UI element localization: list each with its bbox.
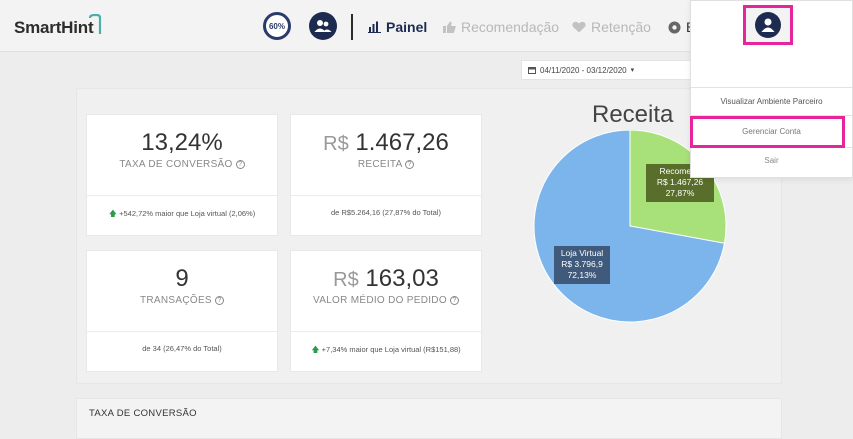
card-footer: 🡅 +542,72% maior que Loja virtual (2,06%… [87, 195, 277, 237]
pie-label-1: Loja VirtualR$ 3.796,972,13% [554, 246, 610, 284]
dropdown-divider [691, 87, 852, 88]
calendar-icon [528, 67, 536, 74]
nav-retencao[interactable]: Retenção [572, 19, 651, 35]
team-button[interactable] [309, 12, 337, 40]
card-value: 9 [175, 265, 189, 292]
logo-mark-icon [88, 14, 102, 34]
nav-recomendacao[interactable]: Recomendação [443, 19, 559, 35]
help-icon[interactable]: ? [405, 159, 415, 169]
users-icon [314, 20, 332, 32]
card-average-order: R$ 163,03 VALOR MÉDIO DO PEDIDO ? 🡅 +7,3… [290, 250, 482, 372]
card-label: VALOR MÉDIO DO PEDIDO ? [291, 295, 481, 306]
card-footer: de 34 (26,47% do Total) [87, 331, 277, 373]
card-transactions: 9 TRANSAÇÕES ? de 34 (26,47% do Total) [86, 250, 278, 372]
arrow-up-icon: 🡅 [311, 345, 320, 354]
menu-item-logout[interactable]: Sair [691, 156, 852, 165]
help-icon[interactable]: ? [215, 295, 224, 305]
card-footer: de R$5.264,16 (27,87% do Total) [291, 195, 481, 237]
pie-label-text: 27,87% [666, 188, 695, 198]
nav-recomendacao-label: Recomendação [461, 19, 560, 35]
bar-chart-icon [368, 21, 381, 33]
gear-icon [668, 21, 681, 33]
pie-label-text: 72,13% [568, 270, 597, 280]
card-footer: 🡅 +7,34% maior que Loja virtual (R$151,8… [291, 331, 481, 373]
menu-item-view-partner[interactable]: Visualizar Ambiente Parceiro [691, 97, 852, 106]
card-label: TRANSAÇÕES ? [87, 295, 277, 306]
nav-retencao-label: Retenção [591, 19, 651, 35]
card-value: 13,24% [141, 129, 223, 156]
date-range-picker[interactable]: 04/11/2020 - 03/12/2020 ▾ [521, 60, 696, 80]
pie-label-text: R$ 1.467,26 [657, 177, 704, 187]
user-icon [761, 18, 775, 32]
arrow-up-icon: 🡅 [108, 209, 117, 218]
chart-title: Receita [592, 101, 674, 128]
highlight-box [690, 116, 845, 148]
pie-label-text: Loja Virtual [561, 248, 603, 258]
account-avatar-button[interactable] [743, 5, 793, 45]
date-range-value: 04/11/2020 - 03/12/2020 [540, 65, 627, 75]
nav-painel-label: Painel [386, 19, 428, 35]
thumbs-up-icon [443, 21, 456, 33]
card-label: TAXA DE CONVERSÃO ? [87, 159, 277, 170]
help-icon[interactable]: ? [235, 159, 245, 169]
header-divider [351, 14, 353, 40]
setup-progress-ring[interactable]: 60% [263, 12, 291, 40]
help-icon[interactable]: ? [450, 295, 459, 305]
heart-icon [572, 21, 586, 33]
caret-down-icon: ▾ [630, 67, 635, 74]
card-value: R$ 163,03 [333, 265, 439, 292]
card-revenue: R$ 1.467,26 RECEITA ? de R$5.264,16 (27,… [290, 114, 482, 236]
conversion-rate-section: TAXA DE CONVERSÃO [76, 398, 782, 439]
card-conversion-rate: 13,24% TAXA DE CONVERSÃO ? 🡅 +542,72% ma… [86, 114, 278, 236]
pie-label-text: R$ 3.796,9 [561, 259, 603, 269]
nav-painel[interactable]: Painel [368, 19, 427, 35]
avatar [755, 12, 781, 38]
progress-value: 60% [268, 21, 285, 31]
section-title: TAXA DE CONVERSÃO [89, 408, 197, 419]
logo[interactable]: SmartHint [14, 18, 94, 38]
card-label: RECEITA ? [291, 159, 481, 170]
card-value: R$ 1.467,26 [323, 129, 449, 156]
